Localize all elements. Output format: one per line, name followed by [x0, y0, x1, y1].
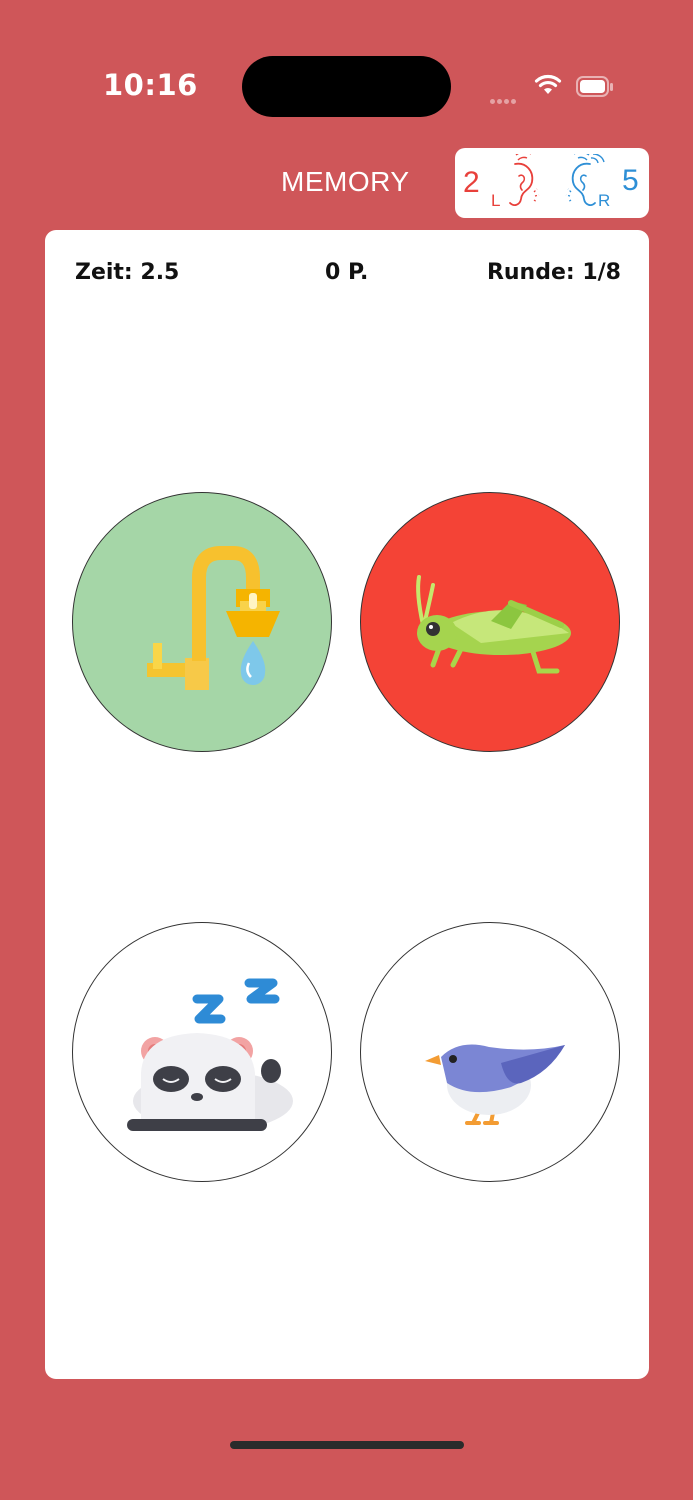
game-panel: Zeit: 2.5 0 P. Runde: 1/8	[45, 230, 649, 1379]
status-time: 10:16	[103, 68, 198, 102]
time-counter: Zeit: 2.5	[75, 260, 180, 285]
app-title: MEMORY	[281, 166, 410, 197]
sleeping-panda-icon	[127, 978, 293, 1131]
water-tap-icon	[147, 546, 280, 690]
grasshopper-icon	[416, 575, 571, 674]
bird-icon	[425, 1044, 565, 1125]
memory-card-1[interactable]	[72, 492, 332, 752]
home-indicator[interactable]	[230, 1441, 464, 1449]
battery-icon	[576, 76, 613, 97]
left-ear-icon: L	[491, 154, 540, 210]
memory-card-2[interactable]	[360, 492, 620, 752]
round-counter: Runde: 1/8	[486, 260, 621, 285]
dynamic-island	[242, 56, 451, 117]
left-ear-label: L	[491, 191, 500, 210]
signal-dots-icon	[490, 91, 518, 109]
status-icons	[488, 72, 628, 104]
right-ear-label: R	[598, 191, 610, 210]
memory-card-4[interactable]	[360, 922, 620, 1182]
points-counter: 0 P.	[325, 260, 369, 285]
memory-card-3[interactable]	[72, 922, 332, 1182]
right-ear-icon: R	[565, 154, 610, 210]
right-ear-value: 5	[622, 164, 639, 197]
wifi-icon	[534, 74, 562, 94]
hearing-level-button[interactable]: 2 L R 5	[455, 148, 649, 218]
left-ear-value: 2	[463, 166, 480, 199]
